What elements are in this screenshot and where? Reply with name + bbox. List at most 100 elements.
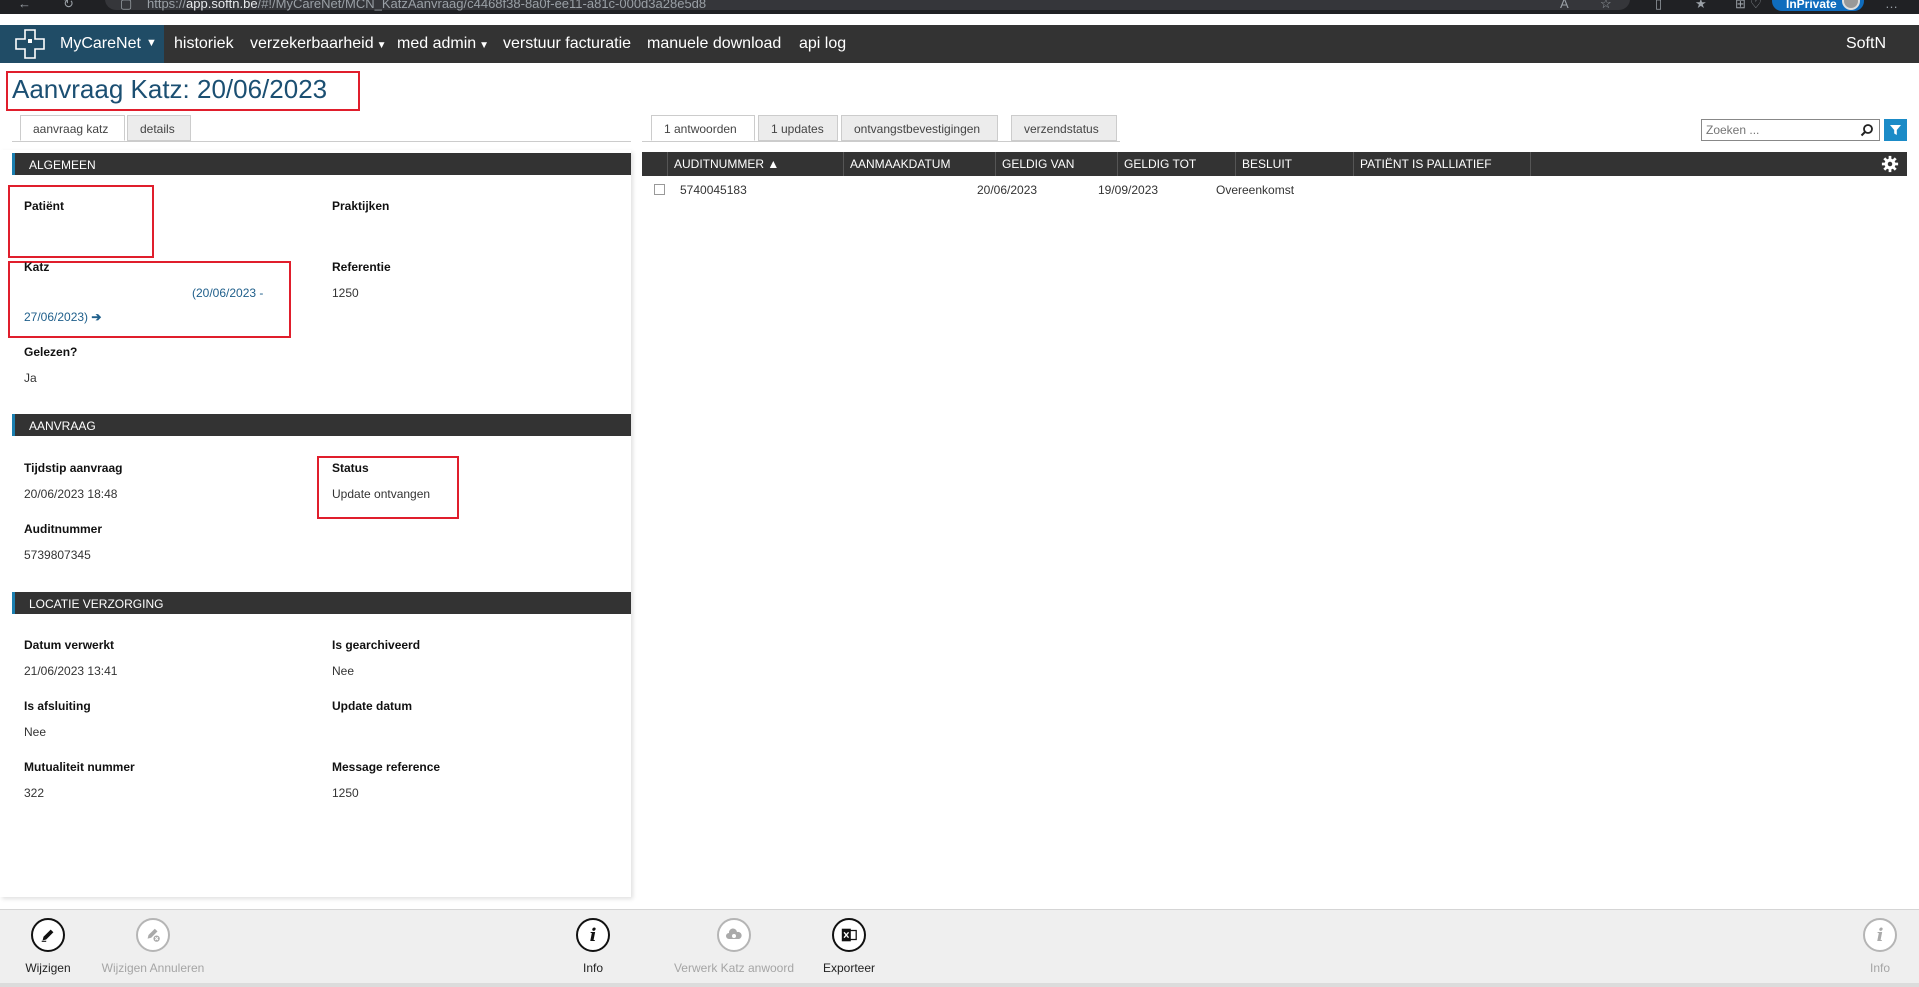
info-right-button[interactable]: i Info xyxy=(1825,918,1919,975)
patient-highlight-box xyxy=(8,185,154,258)
message-reference-value: 1250 xyxy=(332,786,359,800)
tijdstip-aanvraag-value: 20/06/2023 18:48 xyxy=(24,487,118,501)
column-auditnummer-label: AUDITNUMMER xyxy=(674,157,764,171)
brand-label: MyCareNet xyxy=(60,35,141,52)
collections-icon[interactable]: ⊞ xyxy=(1735,0,1746,12)
search-icon[interactable] xyxy=(1860,123,1874,137)
more-icon[interactable]: … xyxy=(1885,0,1898,11)
section-algemeen: ALGEMEEN xyxy=(12,153,631,175)
address-url[interactable]: https://app.softn.be/#!/MyCareNet/MCN_Ka… xyxy=(147,0,706,11)
cloud-sync-icon xyxy=(717,918,751,952)
column-besluit[interactable]: BESLUIT xyxy=(1236,152,1354,176)
info-icon: i xyxy=(1863,918,1897,952)
katz-period-start[interactable]: (20/06/2023 - xyxy=(192,286,263,300)
chevron-down-icon: ▼ xyxy=(146,37,157,49)
sort-ascending-icon: ▲ xyxy=(767,157,780,171)
favorites-icon[interactable]: ★ xyxy=(1695,0,1707,12)
info-right-label: Info xyxy=(1869,961,1890,975)
url-path: /#!/MyCareNet/MCN_KatzAanvraag/c4468f38-… xyxy=(257,0,707,11)
nav-med-admin[interactable]: med admin ▼ xyxy=(397,35,489,53)
verwerk-katz-button[interactable]: Verwerk Katz anwoord xyxy=(664,918,804,975)
action-toolbar: Wijzigen Wijzigen Annuleren i Info Verwe… xyxy=(0,909,1919,987)
info-icon: i xyxy=(576,918,610,952)
column-patient-palliatief[interactable]: PATIËNT IS PALLIATIEF xyxy=(1354,152,1531,176)
is-afsluiting-label: Is afsluiting xyxy=(24,699,91,713)
tab-updates[interactable]: 1 updates xyxy=(758,115,838,141)
section-locatie-verzorging: LOCATIE VERZORGING xyxy=(12,592,631,614)
cell-geldig-tot: 19/09/2023 xyxy=(1098,183,1159,197)
tab-aanvraag-katz[interactable]: aanvraag katz xyxy=(20,115,125,141)
info-button[interactable]: i Info xyxy=(538,918,648,975)
table-row[interactable]: 5740045183 20/06/2023 19/09/2023 Overeen… xyxy=(642,177,1907,201)
filter-icon xyxy=(1890,125,1901,135)
tijdstip-aanvraag-label: Tijdstip aanvraag xyxy=(24,461,123,475)
favorite-star-icon[interactable]: ☆ xyxy=(1600,0,1612,12)
referentie-value: 1250 xyxy=(332,286,359,300)
praktijken-label: Praktijken xyxy=(332,199,390,213)
status-label: Status xyxy=(332,461,369,475)
gear-icon[interactable] xyxy=(1881,155,1899,173)
katz-label: Katz xyxy=(24,260,50,274)
mycarenet-logo-icon xyxy=(15,29,45,59)
auditnummer-label: Auditnummer xyxy=(24,522,102,536)
url-host: app.softn.be xyxy=(186,0,258,11)
wijzigen-annuleren-button[interactable]: Wijzigen Annuleren xyxy=(98,918,208,975)
exporteer-button[interactable]: Exporteer xyxy=(794,918,904,975)
section-aanvraag: AANVRAAG xyxy=(12,414,631,436)
column-auditnummer[interactable]: AUDITNUMMER ▲ xyxy=(668,152,844,176)
nav-verzekerbaarheid[interactable]: verzekerbaarheid ▼ xyxy=(250,35,387,53)
referentie-label: Referentie xyxy=(332,260,391,274)
status-value: Update ontvangen xyxy=(332,487,431,501)
bottom-divider xyxy=(0,983,1919,987)
column-geldig-tot[interactable]: GELDIG TOT xyxy=(1118,152,1236,176)
arrow-right-icon: ➔ xyxy=(91,310,102,324)
browser-toolbar: ← ↻ ▢ https://app.softn.be/#!/MyCareNet/… xyxy=(0,0,1919,14)
brand-menu[interactable]: MyCareNet ▼ xyxy=(0,25,164,63)
is-gearchiveerd-label: Is gearchiveerd xyxy=(332,638,421,652)
row-checkbox[interactable] xyxy=(654,184,665,195)
tab-divider xyxy=(12,141,631,142)
patient-label: Patiënt xyxy=(24,199,65,213)
katz-period-link[interactable]: 27/06/2023) ➔ xyxy=(24,310,101,324)
tab-ontvangstbevestigingen[interactable]: ontvangstbevestigingen xyxy=(841,115,998,141)
nav-med-admin-label: med admin xyxy=(397,35,477,52)
katz-period-end: 27/06/2023) xyxy=(24,310,89,324)
url-prefix: https:// xyxy=(147,0,187,11)
split-screen-icon[interactable]: ▯ xyxy=(1655,0,1662,12)
wijzigen-annuleren-label: Wijzigen Annuleren xyxy=(101,961,205,975)
tab-details[interactable]: details xyxy=(127,115,191,141)
tab-verzendstatus[interactable]: verzendstatus xyxy=(1011,115,1117,141)
nav-manuele-download[interactable]: manuele download xyxy=(647,35,781,53)
read-aloud-icon[interactable]: A xyxy=(1560,0,1569,11)
mutualiteit-nummer-value: 322 xyxy=(24,786,45,800)
update-datum-label: Update datum xyxy=(332,699,413,713)
wijzigen-button[interactable]: Wijzigen xyxy=(0,918,103,975)
detail-panel: ALGEMEEN Patiënt Praktijken Katz (20/06/… xyxy=(0,150,631,897)
cell-geldig-van: 20/06/2023 xyxy=(977,183,1038,197)
nav-historiek[interactable]: historiek xyxy=(174,35,234,53)
gelezen-value: Ja xyxy=(24,371,37,385)
search-box xyxy=(1701,119,1880,141)
nav-verstuur-facturatie[interactable]: verstuur facturatie xyxy=(503,35,631,53)
nav-api-log[interactable]: api log xyxy=(799,35,846,53)
message-reference-label: Message reference xyxy=(332,760,441,774)
tab-antwoorden[interactable]: 1 antwoorden xyxy=(651,115,755,141)
search-input[interactable] xyxy=(1702,120,1852,140)
performance-icon[interactable]: ♡ xyxy=(1750,0,1762,12)
verwerk-katz-label: Verwerk Katz anwoord xyxy=(673,961,795,975)
column-aanmaakdatum[interactable]: AANMAAKDATUM xyxy=(844,152,996,176)
filter-button[interactable] xyxy=(1884,119,1907,141)
mutualiteit-nummer-label: Mutualiteit nummer xyxy=(24,760,135,774)
page-info-icon[interactable]: ▢ xyxy=(120,0,132,12)
refresh-icon[interactable]: ↻ xyxy=(63,0,74,12)
is-afsluiting-value: Nee xyxy=(24,725,47,739)
user-menu[interactable]: SoftN xyxy=(1846,35,1886,53)
app-navbar: MyCareNet ▼ historiek verzekerbaarheid ▼ … xyxy=(0,25,1919,63)
wijzigen-label: Wijzigen xyxy=(25,961,71,975)
datum-verwerkt-value: 21/06/2023 13:41 xyxy=(24,664,118,678)
back-icon[interactable]: ← xyxy=(18,0,31,11)
grid-select-column xyxy=(642,152,668,176)
pencil-cancel-icon xyxy=(136,918,170,952)
column-geldig-van[interactable]: GELDIG VAN xyxy=(996,152,1118,176)
auditnummer-value: 5739807345 xyxy=(24,548,91,562)
